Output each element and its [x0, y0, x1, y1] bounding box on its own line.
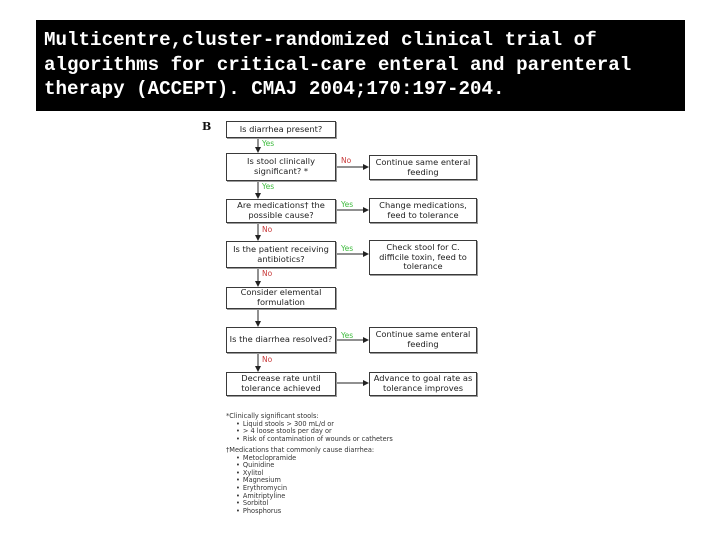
- footnote-stools: *Clinically significant stools: Liquid s…: [226, 412, 393, 444]
- footnote-item: Risk of contamination of wounds or cathe…: [236, 435, 393, 444]
- label-no-1: No: [262, 225, 273, 234]
- label-no-2: No: [262, 269, 273, 278]
- footnote-item: Phosphorus: [236, 507, 374, 516]
- footnote-medications: †Medications that commonly cause diarrhe…: [226, 446, 374, 516]
- outcome-advance-goal-rate: Advance to goal rate as tolerance improv…: [369, 372, 477, 396]
- outcome-continue-feeding-2: Continue same enteral feeding: [369, 327, 477, 353]
- step-diarrhea-present: Is diarrhea present?: [226, 121, 336, 138]
- footnote-stools-list: Liquid stools > 300 mL/d or > 4 loose st…: [226, 420, 393, 444]
- label-yes-2: Yes: [262, 182, 275, 191]
- footnote-medications-list: Metoclopramide Quinidine Xylitol Magnesi…: [226, 454, 374, 516]
- label-no-3: No: [262, 355, 273, 364]
- label-side-yes-1: Yes: [341, 200, 354, 209]
- step-diarrhea-resolved: Is the diarrhea resolved?: [226, 327, 336, 353]
- outcome-check-c-difficile: Check stool for C. difficile toxin, feed…: [369, 240, 477, 275]
- label-side-yes-2: Yes: [341, 244, 354, 253]
- label-yes-1: Yes: [262, 139, 275, 148]
- label-side-yes-3: Yes: [341, 331, 354, 340]
- outcome-continue-feeding: Continue same enteral feeding: [369, 155, 477, 180]
- step-medications-cause: Are medications† the possible cause?: [226, 199, 336, 223]
- step-elemental-formulation: Consider elemental formulation: [226, 287, 336, 309]
- step-stool-significant: Is stool clinically significant? *: [226, 153, 336, 181]
- step-receiving-antibiotics: Is the patient receiving antibiotics?: [226, 241, 336, 268]
- step-decrease-rate: Decrease rate until tolerance achieved: [226, 372, 336, 396]
- label-side-no: No: [341, 156, 352, 165]
- outcome-change-medications: Change medications, feed to tolerance: [369, 198, 477, 223]
